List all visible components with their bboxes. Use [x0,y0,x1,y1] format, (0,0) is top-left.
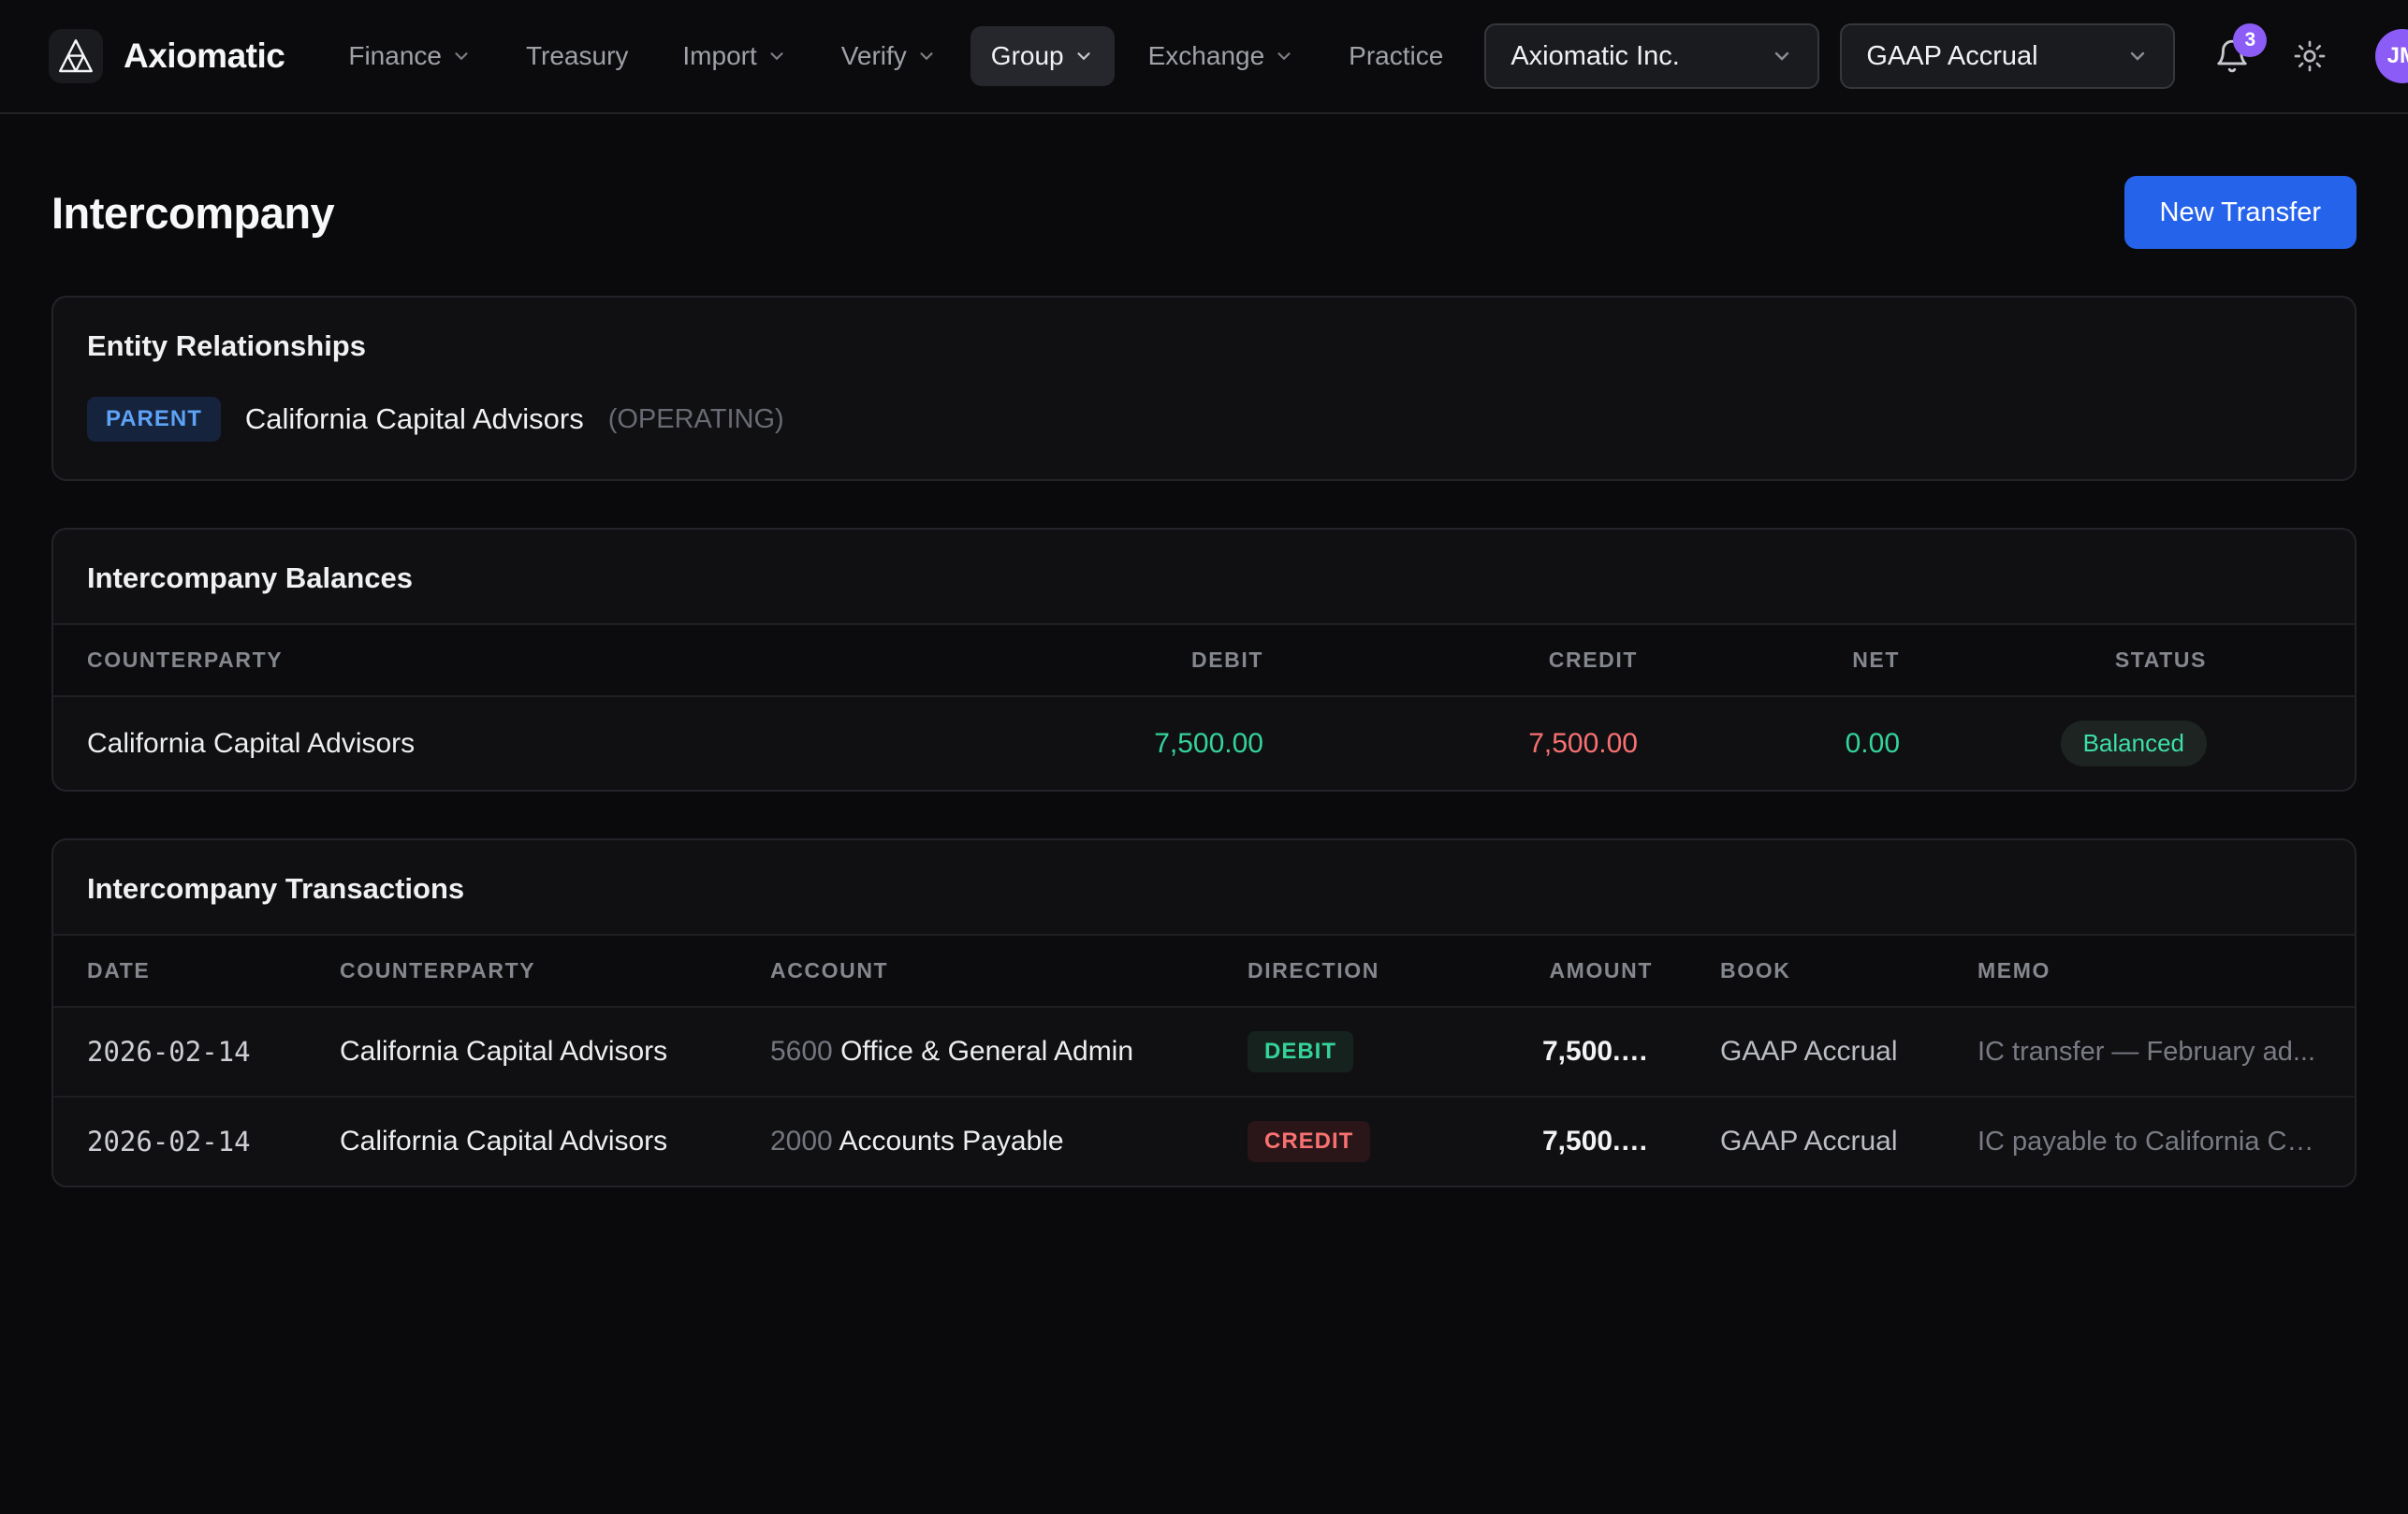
balance-debit: 7,500.00 [768,696,1297,790]
account-code: 5600 [770,1036,833,1067]
nav-item-treasury[interactable]: Treasury [505,26,649,86]
triangle-logo-icon [57,37,95,75]
book-select-value: GAAP Accrual [1866,41,2037,72]
avatar: JM [2375,29,2408,83]
column-header-date: Date [53,935,306,1007]
balances-title: Intercompany Balances [53,530,2355,623]
page-title: Intercompany [51,187,334,239]
nav-item-label: Verify [841,41,907,71]
top-navbar: Axiomatic Finance Treasury Import Verify… [0,0,2408,114]
table-row[interactable]: 2026-02-14 California Capital Advisors 2… [53,1097,2355,1186]
brand-name: Axiomatic [124,36,285,76]
txn-counterparty: California Capital Advisors [306,1007,737,1097]
credit-badge: CREDIT [1248,1121,1370,1162]
balance-credit: 7,500.00 [1297,696,1671,790]
nav-item-exchange[interactable]: Exchange [1128,26,1316,86]
column-header-status: Status [1934,624,2355,696]
nav-item-label: Group [991,41,1064,71]
column-header-counterparty: Counterparty [306,935,737,1007]
account-code: 2000 [770,1126,833,1157]
column-header-book: Book [1686,935,1944,1007]
nav-item-practice[interactable]: Practice [1328,26,1464,86]
debit-badge: DEBIT [1248,1031,1353,1072]
column-header-direction: Direction [1214,935,1509,1007]
column-header-account: Account [737,935,1214,1007]
txn-account: 2000 Accounts Payable [737,1097,1214,1186]
nav-item-label: Exchange [1148,41,1265,71]
txn-amount: 7,500.00 USD [1509,1097,1686,1186]
balance-status-cell: Balanced [1934,696,2355,790]
column-header-net: Net [1671,624,1934,696]
account-name: Accounts Payable [839,1126,1063,1157]
nav-item-label: Treasury [526,41,628,71]
entity-name: California Capital Advisors [245,402,584,436]
balances-header-row: Counterparty Debit Credit Net Status [53,624,2355,696]
nav-item-finance[interactable]: Finance [328,26,492,86]
user-menu[interactable]: JM James [2375,29,2408,83]
entity-select[interactable]: Axiomatic Inc. [1484,23,1819,89]
nav-item-import[interactable]: Import [662,26,807,86]
column-header-memo: Memo [1944,935,2355,1007]
table-row[interactable]: California Capital Advisors 7,500.00 7,5… [53,696,2355,790]
nav-item-label: Finance [348,41,442,71]
sun-icon [2293,39,2327,73]
txn-account: 5600 Office & General Admin [737,1007,1214,1097]
new-transfer-button[interactable]: New Transfer [2124,176,2357,249]
table-row[interactable]: 2026-02-14 California Capital Advisors 5… [53,1007,2355,1097]
parent-badge: PARENT [87,397,221,442]
transactions-header-row: Date Counterparty Account Direction Amou… [53,935,2355,1007]
balance-counterparty: California Capital Advisors [53,696,768,790]
chevron-down-icon [451,46,472,66]
transactions-table: Date Counterparty Account Direction Amou… [53,934,2355,1186]
balance-net: 0.00 [1671,696,1934,790]
column-header-counterparty: Counterparty [53,624,768,696]
entity-type: (OPERATING) [608,404,784,435]
txn-amount: 7,500.00 USD [1509,1007,1686,1097]
notifications-button[interactable]: 3 [2214,38,2250,74]
nav-item-verify[interactable]: Verify [821,26,957,86]
txn-book: GAAP Accrual [1686,1097,1944,1186]
entity-relationships-card: Entity Relationships PARENT California C… [51,296,2357,481]
transactions-title: Intercompany Transactions [53,840,2355,934]
page-header: Intercompany New Transfer [51,176,2357,249]
chevron-down-icon [1073,46,1094,66]
main-content: Intercompany New Transfer Entity Relatio… [0,176,2408,1187]
chevron-down-icon [916,46,937,66]
column-header-credit: Credit [1297,624,1671,696]
chevron-down-icon [1771,45,1793,67]
nav-item-label: Import [682,41,756,71]
intercompany-transactions-card: Intercompany Transactions Date Counterpa… [51,838,2357,1187]
entity-relationships-title: Entity Relationships [53,298,2355,391]
chevron-down-icon [766,46,787,66]
chevron-down-icon [2126,45,2149,67]
account-name: Office & General Admin [840,1036,1133,1067]
entity-select-value: Axiomatic Inc. [1510,41,1680,72]
nav-links: Finance Treasury Import Verify Group Exc… [328,26,1464,86]
balances-table: Counterparty Debit Credit Net Status Cal… [53,623,2355,790]
txn-memo: IC transfer — February ad... [1944,1007,2355,1097]
txn-date: 2026-02-14 [53,1007,306,1097]
nav-item-group[interactable]: Group [970,26,1115,86]
chevron-down-icon [1274,46,1294,66]
txn-direction-cell: DEBIT [1214,1007,1509,1097]
notification-count-badge: 3 [2233,23,2267,57]
txn-memo: IC payable to California Ca... [1944,1097,2355,1186]
theme-toggle-button[interactable] [2293,39,2327,73]
intercompany-balances-card: Intercompany Balances Counterparty Debit… [51,528,2357,792]
txn-book: GAAP Accrual [1686,1007,1944,1097]
txn-counterparty: California Capital Advisors [306,1097,737,1186]
txn-direction-cell: CREDIT [1214,1097,1509,1186]
nav-item-label: Practice [1349,41,1443,71]
book-select[interactable]: GAAP Accrual [1840,23,2175,89]
app-logo[interactable] [49,29,103,83]
entity-relationship-row: PARENT California Capital Advisors (OPER… [53,391,2355,479]
txn-date: 2026-02-14 [53,1097,306,1186]
status-badge: Balanced [2061,721,2207,766]
column-header-amount: Amount [1509,935,1686,1007]
column-header-debit: Debit [768,624,1297,696]
